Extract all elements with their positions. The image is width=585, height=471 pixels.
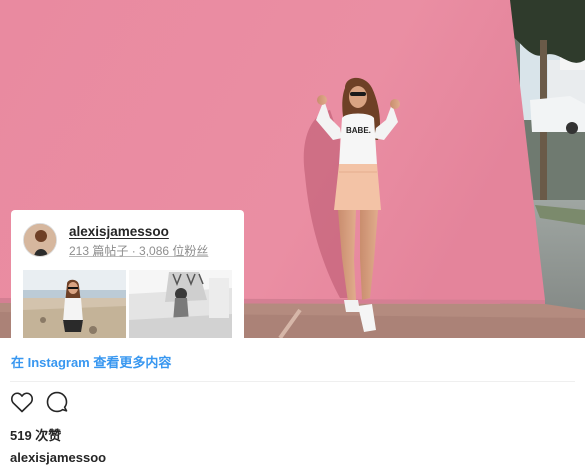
profile-card-text: alexisjamessoo 213 篇帖子 · 3,086 位粉丝 [69, 224, 208, 259]
view-more-on-instagram-link[interactable]: 在 Instagram 查看更多内容 [11, 352, 171, 371]
speech-bubble-icon [46, 391, 68, 413]
divider [10, 381, 575, 382]
beach-thumbnail-image [23, 270, 126, 338]
avatar-image [24, 224, 56, 256]
profile-card: alexisjamessoo 213 篇帖子 · 3,086 位粉丝 [11, 210, 244, 338]
shirt-text: BABE. [346, 126, 371, 135]
profile-stats: 213 篇帖子 · 3,086 位粉丝 [69, 244, 209, 258]
comment-button[interactable] [44, 389, 70, 415]
caption-username[interactable]: alexisjamessoo [10, 450, 106, 465]
heart-outline-icon [11, 392, 33, 413]
profile-thumbnails [23, 270, 232, 338]
profile-avatar[interactable] [23, 223, 57, 257]
profile-thumbnail-2[interactable] [129, 270, 232, 338]
action-bar [9, 389, 70, 415]
profile-username-link[interactable]: alexisjamessoo [69, 224, 208, 239]
like-count[interactable]: 519 次赞 [10, 425, 61, 444]
like-button[interactable] [9, 389, 35, 415]
profile-thumbnail-1[interactable] [23, 270, 126, 338]
profile-card-header: alexisjamessoo 213 篇帖子 · 3,086 位粉丝 [23, 223, 208, 259]
bw-thumbnail-image [129, 270, 232, 338]
